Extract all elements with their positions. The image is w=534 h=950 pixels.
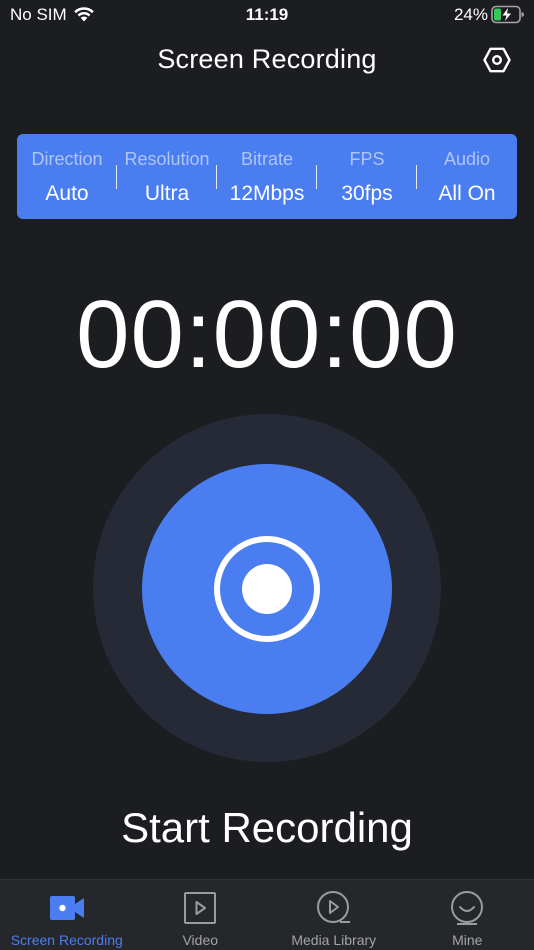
hexagon-settings-icon	[483, 47, 511, 73]
tab-label: Video	[182, 932, 219, 948]
start-recording-label[interactable]: Start Recording	[0, 804, 534, 852]
setting-label: Resolution	[124, 149, 210, 169]
setting-audio[interactable]: Audio All On	[417, 134, 517, 219]
setting-label: FPS	[349, 149, 385, 169]
battery-charging-icon	[491, 5, 524, 24]
record-dot	[242, 564, 292, 614]
tab-bar: Screen Recording Video Media Library Min…	[0, 879, 534, 950]
setting-value: Auto	[45, 182, 89, 205]
setting-label: Direction	[31, 149, 103, 169]
page-title: Screen Recording	[157, 44, 377, 74]
tab-label: Mine	[452, 932, 483, 948]
setting-value: All On	[438, 182, 496, 205]
screen-recording-screen: No SIM 11:19 24% Screen Recording Direct…	[0, 0, 534, 950]
start-recording-button[interactable]	[142, 464, 392, 714]
tab-media-library[interactable]: Media Library	[267, 880, 401, 950]
media-library-icon	[316, 890, 352, 926]
setting-label: Bitrate	[240, 149, 294, 169]
setting-label: Audio	[443, 149, 491, 169]
video-camera-icon	[49, 890, 85, 926]
tab-screen-recording[interactable]: Screen Recording	[0, 880, 134, 950]
setting-resolution[interactable]: Resolution Ultra	[117, 134, 217, 219]
battery-percent: 24%	[453, 5, 488, 24]
record-icon	[214, 536, 320, 642]
setting-value: Ultra	[144, 182, 190, 205]
setting-value: 30fps	[341, 182, 393, 205]
tab-mine[interactable]: Mine	[401, 880, 534, 950]
tab-label: Screen Recording	[10, 932, 123, 948]
tab-label: Media Library	[291, 932, 377, 948]
play-square-icon	[182, 890, 218, 926]
setting-value: 12Mbps	[229, 182, 305, 205]
recording-settings-panel: Direction Auto Resolution Ultra Bitrate …	[17, 134, 517, 219]
setting-direction[interactable]: Direction Auto	[17, 134, 117, 219]
recording-timer: 00:00:00	[76, 281, 458, 388]
tab-video[interactable]: Video	[134, 880, 268, 950]
setting-fps[interactable]: FPS 30fps	[317, 134, 417, 219]
status-bar: No SIM 11:19 24%	[0, 0, 534, 32]
profile-icon	[449, 890, 485, 926]
settings-button[interactable]	[479, 43, 515, 77]
setting-bitrate[interactable]: Bitrate 12Mbps	[217, 134, 317, 219]
